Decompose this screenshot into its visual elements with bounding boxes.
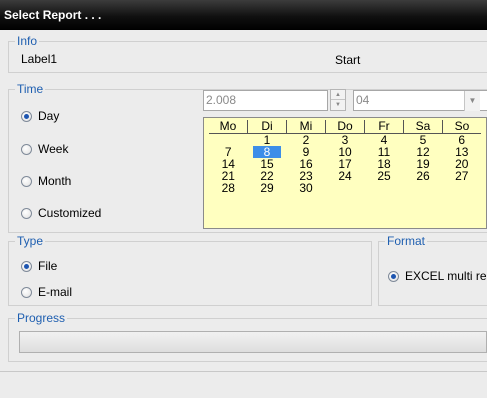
label1-text: Label1 [21,52,58,66]
weekday-header: Di [247,120,287,134]
customized-radio-icon [21,207,32,219]
calendar-day[interactable]: 29 [248,182,287,194]
weekday-header: Sa [403,120,443,134]
calendar-grid: Mo Di Mi Do Fr Sa So 1 2 3 4 5 6 7 8 9 10 11 12 13 14… [209,120,481,194]
spin-up-icon[interactable]: ▲ [331,90,345,100]
weekday-header: Mi [286,120,326,134]
calendar-empty-cell [443,182,482,194]
progress-legend: Progress [15,311,68,325]
calendar-empty-cell [326,182,365,194]
calendar-day[interactable]: 24 [326,170,365,182]
calendar-day-label: 27 [455,169,469,183]
customized-label: Customized [38,206,102,220]
email-radio-icon [21,286,32,298]
calendar-day-label: 28 [221,181,235,195]
year-spinner[interactable]: ▲ ▼ [330,89,346,111]
format-option-excel[interactable]: EXCEL multi re [388,269,487,283]
excel-label: EXCEL multi re [405,269,487,283]
calendar-empty-cell [404,182,443,194]
weekday-header: So [442,120,481,134]
calendar-day-label: 26 [416,169,430,183]
type-legend: Type [15,234,46,248]
info-legend: Info [15,34,40,48]
time-option-day[interactable]: Day [21,109,59,123]
calendar-day-label: 29 [260,181,274,195]
type-option-email[interactable]: E-mail [21,285,72,299]
spin-down-icon[interactable]: ▼ [331,100,345,110]
calendar-day[interactable]: 30 [287,182,326,194]
calendar: Mo Di Mi Do Fr Sa So 1 2 3 4 5 6 7 8 9 10 11 12 13 14… [203,117,487,229]
calendar-day-label: 24 [338,169,352,183]
report-window: Select Report . . . Info Label1 Start Ti… [0,0,487,398]
calendar-day[interactable]: 28 [209,182,248,194]
progress-bar [19,331,487,353]
info-group: Info [8,34,487,73]
file-label: File [38,259,58,273]
time-legend: Time [15,82,46,96]
day-label: Day [38,109,60,123]
file-radio-icon [21,260,32,272]
weekday-header: Mo [209,120,248,134]
time-option-month[interactable]: Month [21,174,71,188]
calendar-days: 1 2 3 4 5 6 7 8 9 10 11 12 13 14 15 16 17 18 19 20 21 22 23 24 2… [209,134,481,194]
calendar-week-row: 21 22 23 24 25 26 27 [209,170,481,182]
start-text: Start [335,53,361,67]
month-value: 04 [356,93,370,107]
chevron-down-icon[interactable]: ▼ [464,91,480,111]
weekday-header-row: Mo Di Mi Do Fr Sa So [209,120,481,134]
month-label: Month [38,174,72,188]
format-legend: Format [385,234,428,248]
time-option-week[interactable]: Week [21,142,68,156]
calendar-day-label: 30 [299,181,313,195]
weekday-header: Do [325,120,365,134]
day-radio-icon [21,110,32,122]
weekday-header: Fr [364,120,404,134]
time-option-customized[interactable]: Customized [21,206,101,220]
email-label: E-mail [38,285,73,299]
calendar-day[interactable]: 25 [365,170,404,182]
excel-radio-icon [388,270,399,282]
month-select[interactable]: 04 ▼ [353,90,487,111]
calendar-day[interactable]: 26 [404,170,443,182]
calendar-empty-cell [365,182,404,194]
month-radio-icon [21,175,32,187]
calendar-week-row: 28 29 30 [209,182,481,194]
type-option-file[interactable]: File [21,259,57,273]
window-title[interactable]: Select Report . . . [0,0,487,30]
calendar-day[interactable]: 27 [443,170,482,182]
week-label: Week [38,142,69,156]
bottom-divider [0,371,487,372]
week-radio-icon [21,143,32,155]
calendar-day-label: 25 [377,169,391,183]
year-input[interactable]: 2.008 [203,90,328,111]
